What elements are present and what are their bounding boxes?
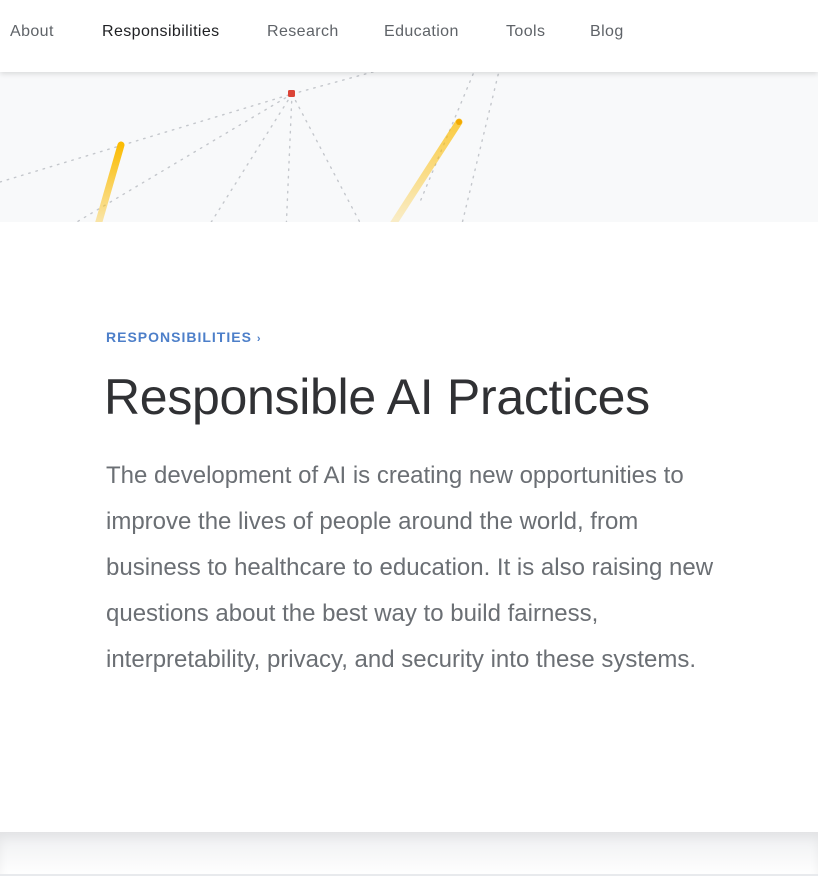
breadcrumb-responsibilities[interactable]: RESPONSIBILITIES › xyxy=(106,329,262,345)
page-title: Responsible AI Practices xyxy=(104,369,650,425)
yellow-beam-right xyxy=(390,118,463,222)
red-node xyxy=(288,90,295,97)
nav-item-about[interactable]: About xyxy=(10,23,54,41)
main-content: RESPONSIBILITIES › Responsible AI Practic… xyxy=(0,222,818,832)
top-navigation: About Responsibilities Research Educatio… xyxy=(0,0,818,72)
network-graphic xyxy=(0,72,500,222)
nav-item-tools[interactable]: Tools xyxy=(506,23,545,41)
hero-illustration xyxy=(0,72,818,222)
nav-item-blog[interactable]: Blog xyxy=(590,23,624,41)
yellow-node xyxy=(456,119,462,125)
intro-paragraph: The development of AI is creating new op… xyxy=(106,462,714,673)
next-section-edge xyxy=(0,832,818,876)
chevron-right-icon: › xyxy=(256,333,262,345)
nav-item-research[interactable]: Research xyxy=(267,23,339,41)
nav-item-education[interactable]: Education xyxy=(384,23,459,41)
yellow-beam-left xyxy=(95,141,125,222)
nav-item-responsibilities[interactable]: Responsibilities xyxy=(102,23,220,41)
dotted-network-lines xyxy=(0,72,500,222)
eyebrow-label: RESPONSIBILITIES xyxy=(106,329,252,345)
